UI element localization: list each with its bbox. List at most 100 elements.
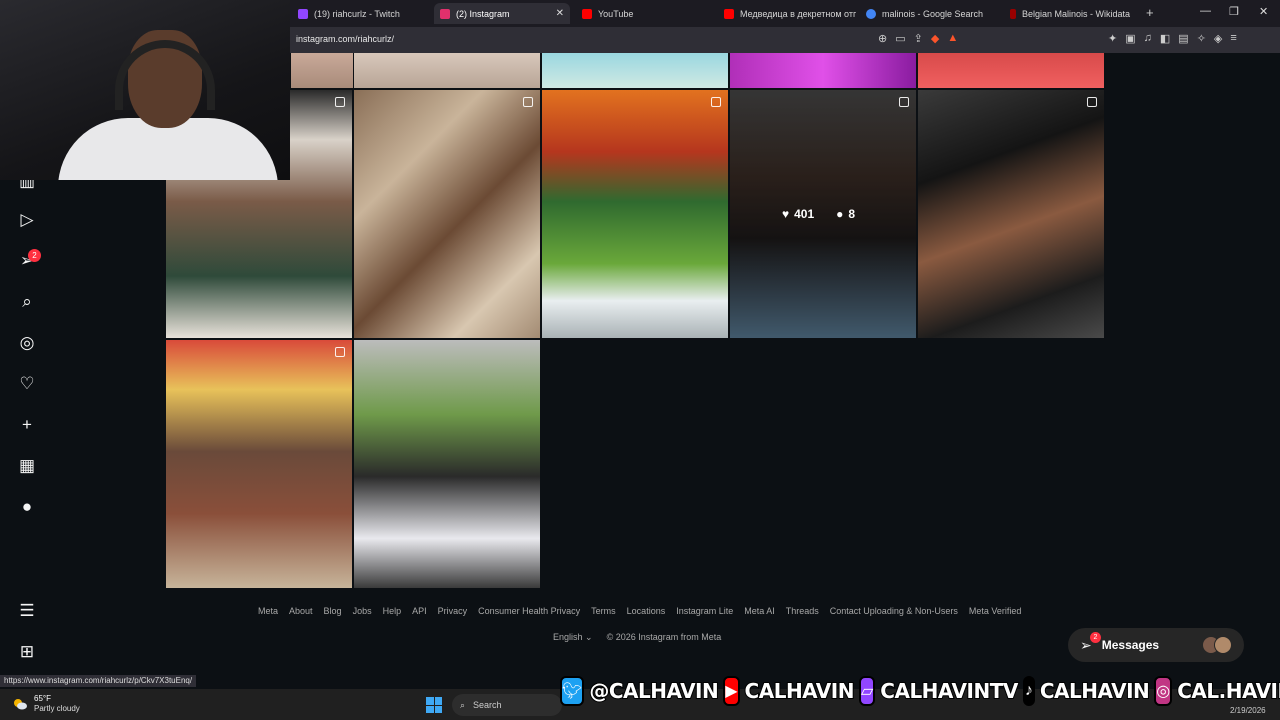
apps-icon[interactable]: ⊞ [17, 642, 37, 662]
twitch-handle: CALHAVINTV [879, 678, 1019, 704]
footer-link[interactable]: Threads [786, 606, 819, 616]
heart-icon[interactable]: ♡ [17, 374, 37, 394]
comment-icon: ● [836, 207, 844, 221]
menu-icon[interactable]: ☰ [17, 601, 37, 621]
address-actions: ⊕ ▭ ⇪ ◆ ▲ [878, 32, 958, 45]
tab-close-icon[interactable]: ✕ [556, 8, 564, 19]
copyright: © 2026 Instagram from Meta [606, 632, 722, 642]
footer-link[interactable]: Privacy [438, 606, 468, 616]
multiple-posts-icon [523, 97, 533, 107]
notification-badge: 2 [28, 249, 41, 262]
insights-icon[interactable]: ▦ [17, 456, 37, 476]
footer-link[interactable]: Meta [258, 606, 278, 616]
footer-link[interactable]: Instagram Lite [676, 606, 733, 616]
post-thumbnail[interactable] [918, 53, 1104, 88]
wallet-icon[interactable]: ▣ [1125, 32, 1135, 45]
twitch-icon: ▱ [858, 676, 876, 706]
footer-link[interactable]: Contact Uploading & Non-Users [830, 606, 958, 616]
win-pane [426, 697, 434, 705]
language-select[interactable]: English ⌄ [553, 632, 593, 643]
post-thumbnail[interactable] [730, 53, 916, 88]
explore-icon[interactable]: ◎ [17, 333, 37, 353]
tab-google-search[interactable]: malinois - Google Search [860, 3, 1000, 24]
search-icon[interactable]: ⌕ [17, 292, 37, 312]
comments-count: ● 8 [836, 207, 855, 221]
video-icon[interactable]: ▷ [17, 210, 37, 230]
minimize-button[interactable]: — [1200, 5, 1211, 17]
multiple-posts-icon [1087, 97, 1097, 107]
footer-bottom: English ⌄ © 2026 Instagram from Meta [553, 632, 721, 643]
post-thumbnail[interactable] [166, 340, 352, 588]
brave-shields-icon[interactable]: ◆ [931, 32, 939, 45]
partly-cloudy-icon [14, 699, 27, 710]
multiple-posts-icon [711, 97, 721, 107]
menu-icon[interactable]: ≡ [1230, 32, 1236, 45]
twitch-favicon-icon [298, 8, 308, 19]
brave-rewards-icon[interactable]: ▲ [947, 32, 958, 45]
heart-filled-icon: ♥ [782, 207, 790, 221]
tiktok-handle: CALHAVIN [1039, 678, 1151, 704]
footer-link[interactable]: Meta AI [744, 606, 775, 616]
multiple-posts-icon [335, 97, 345, 107]
instagram-icon: ◎ [1154, 676, 1173, 706]
post-thumbnail[interactable] [354, 53, 540, 88]
maximize-button[interactable]: ❐ [1229, 5, 1239, 18]
multiple-posts-icon [899, 97, 909, 107]
post-thumbnail[interactable] [291, 53, 353, 88]
messages-button[interactable]: ➢ 2 Messages [1068, 628, 1244, 662]
twitter-icon: 🐦︎ [560, 676, 585, 706]
wallet-card-icon[interactable]: ▤ [1178, 32, 1188, 45]
post-stats: ♥ 401 ● 8 [782, 207, 855, 221]
leo-ai-icon[interactable]: ✧ [1197, 32, 1206, 45]
zoom-icon[interactable]: ⊕ [878, 32, 887, 45]
tab-twitch[interactable]: (19) riahcurlz - Twitch [292, 3, 432, 24]
post-thumbnail[interactable] [542, 90, 728, 338]
likes-count: ♥ 401 [782, 207, 814, 221]
wikidata-favicon-icon [1010, 8, 1016, 19]
create-icon[interactable]: + [17, 415, 37, 435]
tab-youtube-video[interactable]: Медведица в декретном отп [718, 3, 856, 24]
youtube-favicon-icon [582, 8, 592, 19]
new-tab-button[interactable]: + [1146, 5, 1154, 20]
tab-youtube[interactable]: YouTube [576, 3, 714, 24]
taskbar-search[interactable]: ⌕ Search [452, 694, 562, 716]
tab-wikidata[interactable]: Belgian Malinois - Wikidata [1004, 3, 1142, 24]
post-thumbnail[interactable] [918, 90, 1104, 338]
footer-link[interactable]: About [289, 606, 313, 616]
footer-link[interactable]: Help [383, 606, 402, 616]
footer-link[interactable]: Consumer Health Privacy [478, 606, 580, 616]
post-thumbnail[interactable] [354, 90, 540, 338]
cast-icon[interactable]: ▭ [895, 32, 905, 45]
music-icon[interactable]: ♫ [1144, 32, 1152, 45]
footer-link[interactable]: Meta Verified [969, 606, 1022, 616]
windows-start-icon[interactable] [426, 697, 442, 713]
close-window-button[interactable]: ✕ [1259, 5, 1268, 18]
profile-avatar-icon[interactable]: ● [17, 497, 37, 517]
search-icon: ⌕ [460, 699, 466, 710]
footer-link[interactable]: API [412, 606, 427, 616]
stream-social-banner: 🐦︎ @CALHAVIN ▶ CALHAVIN ▱ CALHAVINTV ♪ C… [558, 672, 1280, 710]
post-thumbnail[interactable] [354, 340, 540, 588]
instagram-favicon-icon [440, 8, 450, 19]
sidebar-toggle-icon[interactable]: ◧ [1160, 32, 1170, 45]
share-icon[interactable]: ⇪ [914, 32, 923, 45]
post-thumbnail[interactable] [542, 53, 728, 88]
tiktok-icon: ♪ [1022, 676, 1035, 706]
multiple-posts-icon [335, 347, 345, 357]
extensions-icon[interactable]: ✦ [1108, 32, 1117, 45]
vpn-icon[interactable]: ◈ [1214, 32, 1222, 45]
tab-instagram[interactable]: (2) Instagram ✕ [434, 3, 570, 24]
post-thumbnail-hovered[interactable]: ♥ 401 ● 8 [730, 90, 916, 338]
footer-link[interactable]: Locations [627, 606, 666, 616]
footer-link[interactable]: Blog [324, 606, 342, 616]
footer-link[interactable]: Terms [591, 606, 616, 616]
footer-link[interactable]: Jobs [353, 606, 372, 616]
messages-badge: 2 [1090, 632, 1101, 643]
footer-links: Meta About Blog Jobs Help API Privacy Co… [258, 606, 1021, 616]
message-avatars [1202, 636, 1232, 654]
weather-description: Partly cloudy [34, 704, 80, 713]
url-field[interactable]: instagram.com/riahcurlz/ [296, 34, 394, 44]
win-pane [426, 705, 434, 713]
extensions-toolbar: ✦ ▣ ♫ ◧ ▤ ✧ ◈ ≡ [1108, 32, 1237, 45]
headphones-icon [115, 40, 215, 110]
